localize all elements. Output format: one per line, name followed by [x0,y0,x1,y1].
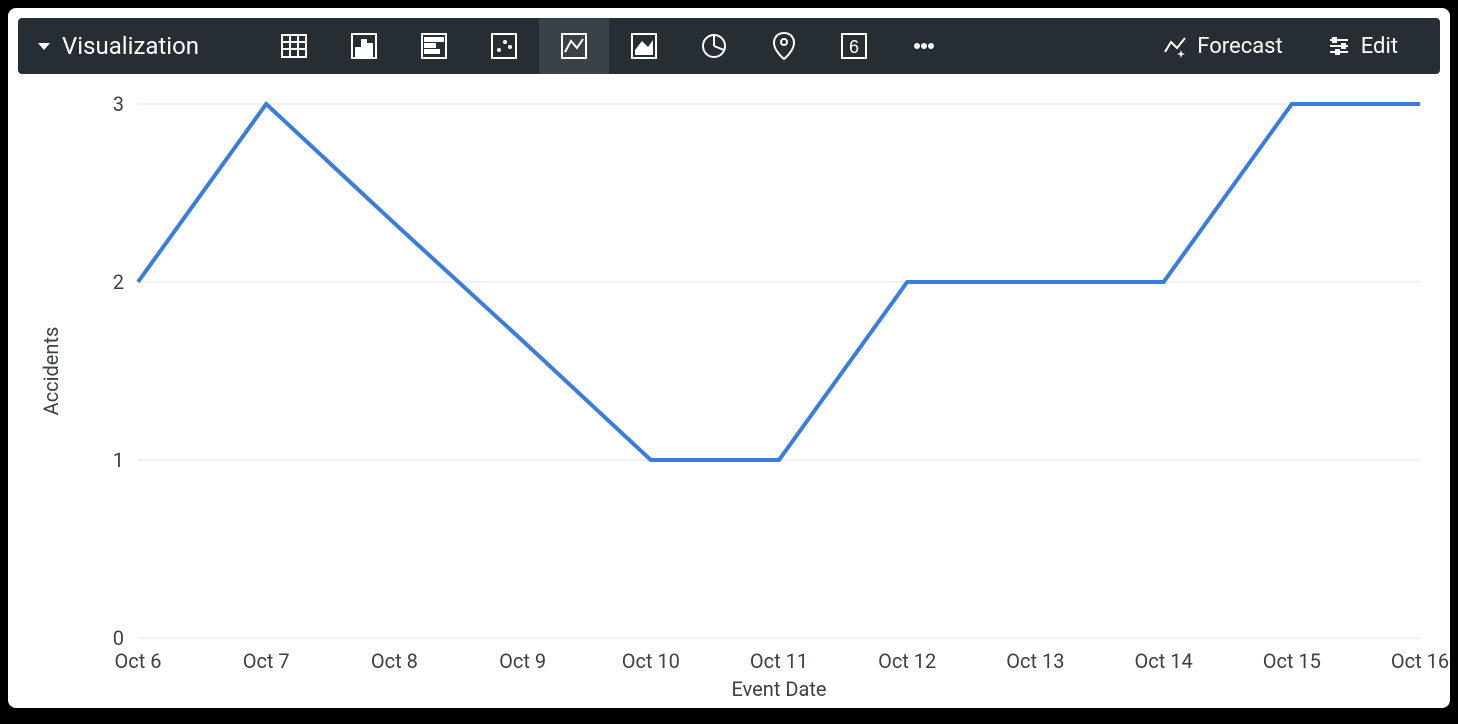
visualization-dropdown[interactable]: Visualization [18,32,219,60]
y-axis-title: Accidents [39,327,63,416]
x-tick-label: Oct 14 [1134,649,1192,673]
edit-label: Edit [1361,34,1398,59]
y-tick-label: 3 [113,92,124,116]
forecast-button[interactable]: Forecast [1141,18,1304,74]
line-chart-icon[interactable] [539,18,609,74]
x-tick-label: Oct 10 [622,649,680,673]
chart-area: 0 1 2 3 Oct 6 Oct 7 Oct 8 Oct 9 Oct 10 Oct 11 Oct … [8,74,1450,708]
edit-button[interactable]: Edit [1305,18,1420,74]
table-icon[interactable] [259,18,329,74]
x-tick-label: Oct 16 [1391,649,1449,673]
chevron-down-icon [38,43,50,50]
toolbar-right: Forecast Edit [1141,18,1440,74]
visualization-toolbar: Visualization [18,18,1440,74]
sliders-icon [1327,34,1351,58]
x-tick-label: Oct 11 [750,649,808,673]
toolbar-title: Visualization [62,32,199,60]
bar-chart-icon[interactable] [329,18,399,74]
chart-type-icons: 6 [259,18,959,74]
x-tick-label: Oct 6 [115,649,162,673]
single-value-icon[interactable]: 6 [819,18,889,74]
x-tick-label: Oct 13 [1006,649,1064,673]
visualization-panel: Visualization [8,8,1450,708]
forecast-label: Forecast [1197,34,1282,59]
svg-text:6: 6 [849,37,859,57]
line-chart: 0 1 2 3 Oct 6 Oct 7 Oct 8 Oct 9 Oct 10 Oct 11 Oct … [8,74,1450,708]
x-tick-label: Oct 8 [371,649,418,673]
y-tick-label: 2 [113,270,124,294]
y-tick-label: 0 [113,626,124,650]
row-chart-icon[interactable] [399,18,469,74]
x-tick-label: Oct 7 [243,649,290,673]
more-icon[interactable] [889,18,959,74]
x-axis-title: Event Date [732,677,827,701]
x-tick-label: Oct 12 [878,649,936,673]
scatter-icon[interactable] [469,18,539,74]
map-pin-icon[interactable] [749,18,819,74]
sparkle-icon [1163,34,1187,58]
x-tick-label: Oct 15 [1263,649,1321,673]
y-tick-label: 1 [113,448,124,472]
pie-icon[interactable] [679,18,749,74]
area-chart-icon[interactable] [609,18,679,74]
x-tick-label: Oct 9 [499,649,546,673]
